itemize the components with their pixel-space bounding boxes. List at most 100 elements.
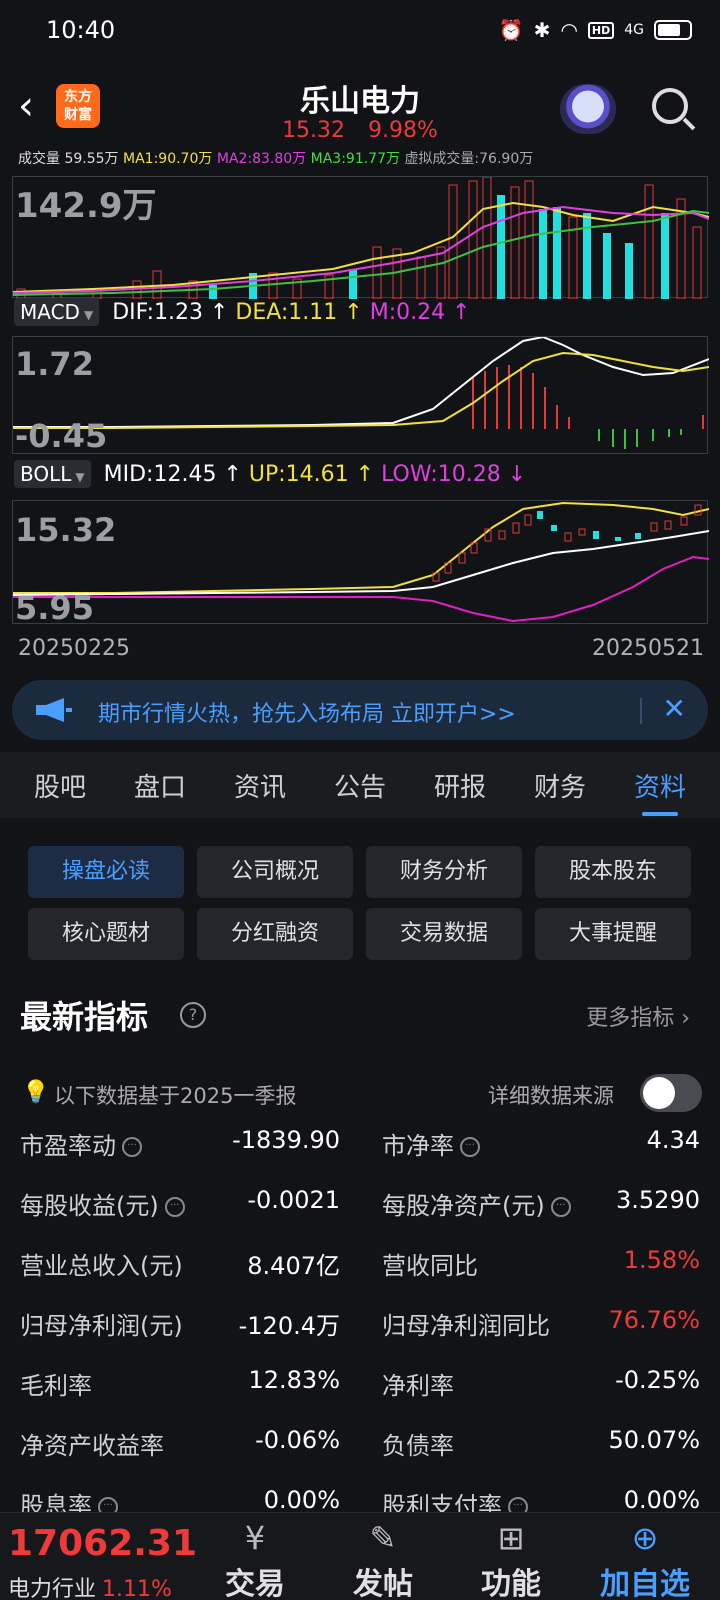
indicator-label: 负债率 <box>382 1432 454 1460</box>
stock-price: 15.32 <box>282 118 346 143</box>
volume-ma1: MA1:90.70万 <box>123 151 213 166</box>
indicator-value: -0.25% <box>615 1366 700 1394</box>
macd-axis-bottom: -0.45 <box>15 417 107 455</box>
info-icon[interactable]: ··· <box>164 1197 185 1217</box>
trade-button[interactable]: ¥ 交易 <box>190 1513 320 1600</box>
app-logo[interactable]: 东方 财富 <box>56 84 100 128</box>
bottom-bar: 17062.31 电力行业 1.11% ¥ 交易 ✎ 发帖 ⊞ 功能 ⊕ 加自选 <box>0 1512 720 1600</box>
boll-tag[interactable]: BOLL ▼ <box>14 460 91 488</box>
info-icon[interactable]: ··· <box>122 1137 142 1157</box>
plus-circle-icon: ⊕ <box>631 1519 659 1557</box>
industry-change: 1.11% <box>102 1577 172 1600</box>
boll-chart[interactable]: 15.32 5.95 <box>12 500 710 627</box>
chip-trading-data[interactable]: 交易数据 <box>366 908 522 960</box>
industry-name[interactable]: 电力行业 1.11% <box>8 1571 172 1600</box>
tab-profile[interactable]: 资料 <box>634 767 686 816</box>
status-bar: 10:40 ⏰ ✱ ◠ HD 4G <box>0 0 720 64</box>
boll-axis-bottom: 5.95 <box>15 589 94 625</box>
chevron-left-icon[interactable]: ‹ <box>18 86 34 126</box>
indicator-label: 市盈率动 ··· <box>20 1126 142 1161</box>
arrow-up-icon: ↑ <box>202 300 236 325</box>
tab-finance[interactable]: 财务 <box>534 767 586 804</box>
data-basis-note: 以下数据基于2025一季报 <box>54 1084 297 1108</box>
trade-label: 交易 <box>225 1567 285 1600</box>
boll-axis-top: 15.32 <box>15 511 116 549</box>
add-watchlist-button[interactable]: ⊕ 加自选 <box>580 1513 710 1600</box>
data-source-toggle[interactable] <box>640 1074 702 1112</box>
volume-ma3: MA3:91.77万 <box>310 151 400 166</box>
boll-low-line <box>13 555 710 623</box>
tab-announcements[interactable]: 公告 <box>334 767 386 804</box>
boll-low: LOW:10.28 <box>381 462 501 487</box>
logo-line2: 财富 <box>64 107 92 123</box>
info-icon[interactable]: ··· <box>460 1137 480 1157</box>
tab-research[interactable]: 研报 <box>434 767 486 804</box>
alarm-icon: ⏰ <box>498 18 524 42</box>
macd-chart[interactable]: 1.72 -0.45 <box>12 335 710 455</box>
chevron-down-icon: ▼ <box>75 470 85 484</box>
volume-ma2: MA2:83.80万 <box>216 151 307 166</box>
macd-svg: 1.72 -0.45 <box>13 335 710 455</box>
tab-news[interactable]: 资讯 <box>234 767 286 804</box>
more-indicators-link[interactable]: 更多指标 › <box>586 1000 690 1032</box>
chip-company-overview[interactable]: 公司概况 <box>197 846 353 898</box>
wifi-icon: ◠ <box>560 18 578 42</box>
help-icon[interactable]: ? <box>180 1002 206 1028</box>
arrow-down-icon: ↓ <box>500 462 527 487</box>
volume-chart[interactable]: 142.9万 <box>12 176 710 300</box>
arrow-up-icon: ↑ <box>337 300 370 325</box>
indicator-label: 营业总收入(元) <box>20 1252 183 1280</box>
indicator-label: 净资产收益率 <box>20 1432 164 1460</box>
lightbulb-icon: 💡 <box>22 1080 50 1105</box>
info-icon[interactable]: ··· <box>550 1197 571 1217</box>
date-end: 20250521 <box>592 636 704 661</box>
macd-tag[interactable]: MACD ▼ <box>14 298 100 326</box>
chip-trading-guide[interactable]: 操盘必读 <box>28 846 184 898</box>
indicator-value: -120.4万 <box>238 1312 340 1340</box>
macd-axis-top: 1.72 <box>15 345 94 383</box>
macd-dif-line <box>13 335 710 428</box>
section-tabs: 股吧 盘口 资讯 公告 研报 财务 资料 <box>0 752 720 818</box>
indicator-label: 市净率 ··· <box>382 1126 480 1161</box>
post-label: 发帖 <box>353 1567 413 1600</box>
indicator-label: 净利率 <box>382 1372 454 1400</box>
status-time: 10:40 <box>46 16 116 44</box>
chip-dividends[interactable]: 分红融资 <box>197 908 353 960</box>
date-start: 20250225 <box>18 636 130 661</box>
stock-change: 9.98% <box>368 118 438 143</box>
indicator-label: 归母净利润同比 <box>382 1312 550 1340</box>
indicator-value: 3.5290 <box>616 1186 700 1214</box>
indicator-value: -1839.90 <box>232 1126 340 1154</box>
chip-financial-analysis[interactable]: 财务分析 <box>366 846 522 898</box>
volume-legend: 成交量 59.55万 MA1:90.70万 MA2:83.80万 MA3:91.… <box>18 148 533 166</box>
arrow-up-icon: ↑ <box>348 462 382 487</box>
boll-up: UP:14.61 <box>248 462 349 487</box>
megaphone-icon <box>36 698 72 722</box>
chip-events[interactable]: 大事提醒 <box>535 908 691 960</box>
bluetooth-icon: ✱ <box>533 18 551 42</box>
indicators-title: 最新指标 <box>20 998 149 1036</box>
functions-label: 功能 <box>481 1567 541 1600</box>
tab-pankou[interactable]: 盘口 <box>134 767 186 804</box>
indicator-label: 每股净资产(元) ··· <box>382 1186 571 1221</box>
assistant-robot-icon[interactable] <box>560 84 616 134</box>
tab-guba[interactable]: 股吧 <box>34 767 86 804</box>
search-icon[interactable] <box>652 88 688 124</box>
indicator-value: -0.06% <box>255 1426 340 1454</box>
chip-shareholders[interactable]: 股本股东 <box>535 846 691 898</box>
indicator-value: 0.00% <box>623 1486 700 1514</box>
chip-core-themes[interactable]: 核心题材 <box>28 908 184 960</box>
promo-banner[interactable]: 期市行情火热，抢先入场布局 立即开户>> ✕ <box>12 680 708 740</box>
post-button[interactable]: ✎ 发帖 <box>318 1513 448 1600</box>
chevron-down-icon: ▼ <box>83 308 94 322</box>
indicator-value: 0.00% <box>263 1486 340 1514</box>
indicator-value: 4.34 <box>646 1126 700 1154</box>
boll-mid-line <box>12 530 710 596</box>
indicator-value: 50.07% <box>608 1426 700 1454</box>
promo-text[interactable]: 期市行情火热，抢先入场布局 立即开户>> <box>98 696 516 728</box>
industry-index-value[interactable]: 17062.31 <box>8 1523 197 1564</box>
battery-icon <box>654 20 692 40</box>
indicator-value: 76.76% <box>608 1306 700 1334</box>
functions-button[interactable]: ⊞ 功能 <box>446 1513 576 1600</box>
close-icon[interactable]: ✕ <box>663 692 686 725</box>
